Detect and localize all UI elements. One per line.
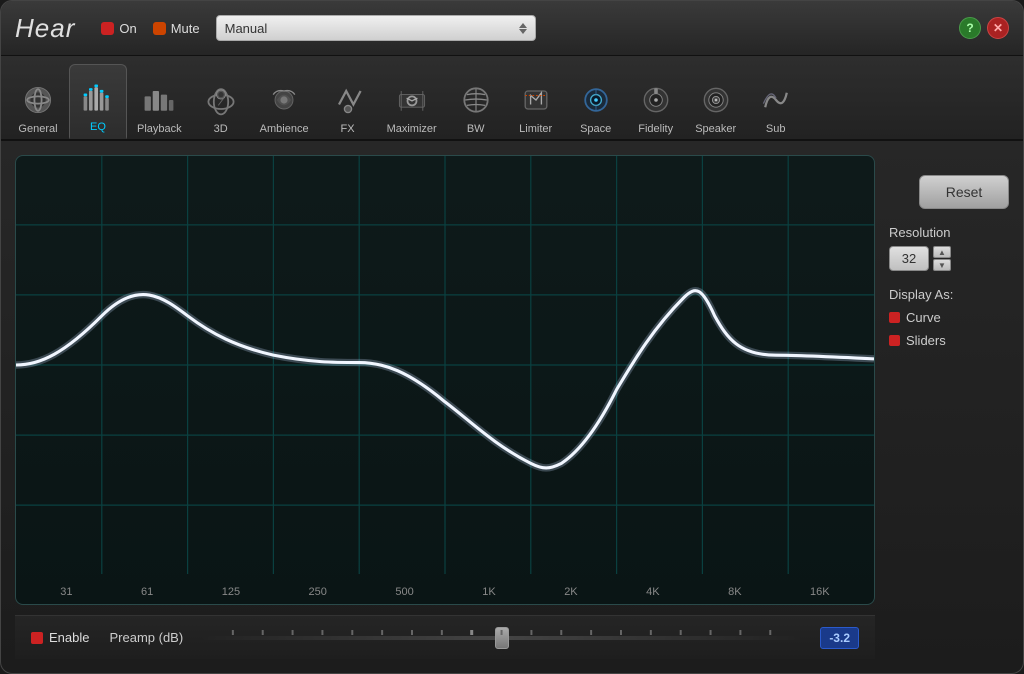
header: Hear On Mute Manual ? ✕ bbox=[1, 1, 1023, 56]
freq-1k: 1K bbox=[482, 586, 495, 598]
resolution-label: Resolution bbox=[889, 225, 1009, 240]
eq-icon bbox=[78, 78, 118, 118]
curve-indicator bbox=[889, 312, 900, 323]
tab-bw-label: BW bbox=[467, 123, 485, 135]
freq-500: 500 bbox=[395, 586, 413, 598]
tab-fidelity[interactable]: Fidelity bbox=[627, 64, 685, 139]
tab-ambience[interactable]: Ambience bbox=[252, 64, 317, 139]
freq-4k: 4K bbox=[646, 586, 659, 598]
preset-dropdown[interactable]: Manual bbox=[216, 15, 536, 41]
on-label: On bbox=[119, 21, 136, 36]
mute-button[interactable]: Mute bbox=[153, 21, 200, 36]
freq-2k: 2K bbox=[564, 586, 577, 598]
reset-button[interactable]: Reset bbox=[919, 175, 1009, 209]
tab-speaker[interactable]: Speaker bbox=[687, 64, 745, 139]
close-button[interactable]: ✕ bbox=[987, 17, 1009, 39]
preamp-track bbox=[203, 636, 800, 640]
maximizer-icon bbox=[392, 80, 432, 120]
tab-fidelity-label: Fidelity bbox=[638, 123, 673, 135]
preamp-slider[interactable] bbox=[203, 628, 800, 648]
tab-fx[interactable]: FX bbox=[319, 64, 377, 139]
app-title: Hear bbox=[15, 13, 75, 44]
tab-playback[interactable]: Playback bbox=[129, 64, 190, 139]
on-indicator bbox=[101, 22, 114, 35]
resolution-section: Resolution 32 ▲ ▼ bbox=[889, 225, 1009, 271]
mute-label: Mute bbox=[171, 21, 200, 36]
enable-label: Enable bbox=[49, 630, 89, 645]
bw-icon bbox=[456, 80, 496, 120]
fx-icon bbox=[328, 80, 368, 120]
tab-playback-label: Playback bbox=[137, 123, 182, 135]
freq-8k: 8K bbox=[728, 586, 741, 598]
tab-ambience-label: Ambience bbox=[260, 123, 309, 135]
preset-up-arrow bbox=[519, 23, 527, 28]
right-panel: Reset Resolution 32 ▲ ▼ Display As: Curv… bbox=[889, 155, 1009, 659]
tab-limiter-label: Limiter bbox=[519, 123, 552, 135]
tab-sub[interactable]: Sub bbox=[747, 64, 805, 139]
ambience-icon bbox=[264, 80, 304, 120]
app-window: Hear On Mute Manual ? ✕ bbox=[0, 0, 1024, 674]
preset-arrows bbox=[519, 23, 527, 34]
help-button[interactable]: ? bbox=[959, 17, 981, 39]
3d-icon bbox=[201, 80, 241, 120]
help-icon: ? bbox=[966, 21, 973, 35]
preset-down-arrow bbox=[519, 29, 527, 34]
display-sliders-option[interactable]: Sliders bbox=[889, 333, 1009, 348]
tab-bar: General EQ bbox=[1, 56, 1023, 141]
tab-sub-label: Sub bbox=[766, 123, 786, 135]
tab-bw[interactable]: BW bbox=[447, 64, 505, 139]
freq-250: 250 bbox=[309, 586, 327, 598]
tab-maximizer-label: Maximizer bbox=[387, 123, 437, 135]
fidelity-icon bbox=[636, 80, 676, 120]
resolution-value: 32 bbox=[889, 246, 929, 271]
preamp-label: Preamp (dB) bbox=[109, 630, 183, 645]
tab-space[interactable]: Space bbox=[567, 64, 625, 139]
sliders-indicator bbox=[889, 335, 900, 346]
speaker-icon bbox=[696, 80, 736, 120]
preamp-value: -3.2 bbox=[820, 627, 859, 649]
preamp-thumb[interactable] bbox=[495, 627, 509, 649]
tab-general[interactable]: General bbox=[9, 64, 67, 139]
on-button[interactable]: On bbox=[101, 21, 136, 36]
enable-button[interactable]: Enable bbox=[31, 630, 89, 645]
display-sliders-label: Sliders bbox=[906, 333, 946, 348]
tab-fx-label: FX bbox=[341, 123, 355, 135]
sub-icon bbox=[756, 80, 796, 120]
bottom-bar: Enable Preamp (dB) bbox=[15, 615, 875, 659]
display-curve-label: Curve bbox=[906, 310, 941, 325]
resolution-control: 32 ▲ ▼ bbox=[889, 246, 1009, 271]
eq-chart[interactable]: 31 61 125 250 500 1K 2K 4K 8K 16K bbox=[15, 155, 875, 605]
preset-value: Manual bbox=[225, 21, 511, 36]
close-icon: ✕ bbox=[993, 21, 1003, 35]
tab-eq[interactable]: EQ bbox=[69, 64, 127, 139]
tab-maximizer[interactable]: Maximizer bbox=[379, 64, 445, 139]
freq-16k: 16K bbox=[810, 586, 830, 598]
display-label: Display As: bbox=[889, 287, 1009, 302]
tab-speaker-label: Speaker bbox=[695, 123, 736, 135]
freq-125: 125 bbox=[222, 586, 240, 598]
tab-general-label: General bbox=[18, 123, 57, 135]
limiter-icon bbox=[516, 80, 556, 120]
resolution-arrows: ▲ ▼ bbox=[933, 246, 951, 271]
tab-3d[interactable]: 3D bbox=[192, 64, 250, 139]
display-curve-option[interactable]: Curve bbox=[889, 310, 1009, 325]
eq-freq-labels: 31 61 125 250 500 1K 2K 4K 8K 16K bbox=[16, 586, 874, 598]
tab-eq-label: EQ bbox=[90, 121, 106, 133]
eq-panel: 31 61 125 250 500 1K 2K 4K 8K 16K Enable bbox=[15, 155, 875, 659]
freq-61: 61 bbox=[141, 586, 153, 598]
mute-indicator bbox=[153, 22, 166, 35]
enable-indicator bbox=[31, 632, 43, 644]
tab-limiter[interactable]: Limiter bbox=[507, 64, 565, 139]
freq-31: 31 bbox=[60, 586, 72, 598]
playback-icon bbox=[139, 80, 179, 120]
main-content: 31 61 125 250 500 1K 2K 4K 8K 16K Enable bbox=[1, 141, 1023, 673]
space-icon bbox=[576, 80, 616, 120]
resolution-down-button[interactable]: ▼ bbox=[933, 259, 951, 271]
tab-3d-label: 3D bbox=[214, 123, 228, 135]
header-icons: ? ✕ bbox=[959, 17, 1009, 39]
resolution-up-button[interactable]: ▲ bbox=[933, 246, 951, 258]
tab-space-label: Space bbox=[580, 123, 611, 135]
general-icon bbox=[18, 80, 58, 120]
display-section: Display As: Curve Sliders bbox=[889, 287, 1009, 348]
